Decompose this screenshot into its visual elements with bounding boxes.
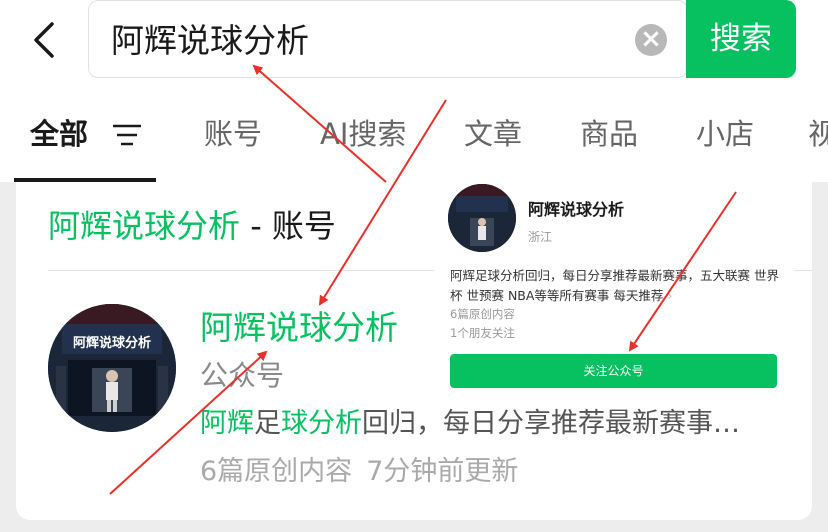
tab-product[interactable]: 商品 (580, 114, 638, 154)
section-title: 阿辉说球分析 - 账号 (48, 204, 336, 248)
original-count: 6篇原创内容 (200, 456, 353, 487)
section-title-keyword: 阿辉说球分析 (48, 207, 241, 245)
top-bar: 阿辉说球分析 × 搜索 (0, 0, 828, 98)
clear-icon[interactable]: × (635, 24, 667, 56)
avatar-caption: 阿辉说球分析 (72, 336, 151, 351)
profile-avatar-image (448, 184, 516, 252)
account-description: 阿辉足球分析回归，每日分享推荐最新赛事… (200, 404, 790, 444)
profile-location: 浙江 (528, 230, 553, 244)
profile-avatar (448, 184, 516, 252)
profile-preview: 阿辉说球分析 浙江 阿辉足球分析回归，每日分享推荐最新赛事，五大联赛 世界杯 世… (434, 178, 794, 406)
profile-description-text: 阿辉足球分析回归，每日分享推荐最新赛事，五大联赛 世界杯 世预赛 NBA等等所有… (450, 268, 779, 303)
avatar-image (48, 304, 176, 432)
tab-shop[interactable]: 小店 (696, 114, 754, 154)
filter-icon[interactable] (112, 124, 142, 146)
tab-ai-search[interactable]: AI搜索 (320, 114, 406, 154)
tab-bar: 全部 账号 AI搜索 文章 商品 小店 视 (0, 98, 828, 182)
tab-article[interactable]: 文章 (464, 114, 522, 154)
account-meta: 6篇原创内容 7分钟前更新 (200, 452, 518, 492)
chevron-right-icon[interactable]: › (667, 288, 672, 303)
profile-name: 阿辉说球分析 (528, 200, 625, 219)
section-title-suffix: - 账号 (240, 207, 336, 245)
desc-text: 足 (254, 408, 281, 439)
desc-keyword: 阿辉 (200, 408, 254, 439)
desc-text: 回归，每日分享推荐最新赛事… (362, 408, 740, 439)
updated-time: 7分钟前更新 (366, 456, 519, 487)
account-type: 公众号 (200, 359, 285, 392)
profile-description: 阿辉足球分析回归，每日分享推荐最新赛事，五大联赛 世界杯 世预赛 NBA等等所有… (450, 266, 786, 306)
tab-video[interactable]: 视 (808, 114, 828, 154)
chevron-left-icon (34, 22, 54, 58)
follow-button[interactable]: 关注公众号 (450, 354, 777, 388)
profile-friends-follow: 1个朋友关注 (450, 326, 515, 340)
back-button[interactable] (22, 16, 66, 64)
tab-all[interactable]: 全部 (30, 114, 88, 154)
tab-account[interactable]: 账号 (204, 114, 262, 154)
avatar[interactable]: 阿辉说球分析 (48, 304, 176, 432)
search-button[interactable]: 搜索 (686, 0, 796, 78)
search-input[interactable]: 阿辉说球分析 (111, 15, 309, 67)
search-box[interactable]: 阿辉说球分析 × (88, 0, 688, 78)
account-name[interactable]: 阿辉说球分析 (200, 306, 398, 350)
profile-original-count: 6篇原创内容 (450, 307, 515, 321)
desc-keyword: 球分析 (281, 408, 362, 439)
